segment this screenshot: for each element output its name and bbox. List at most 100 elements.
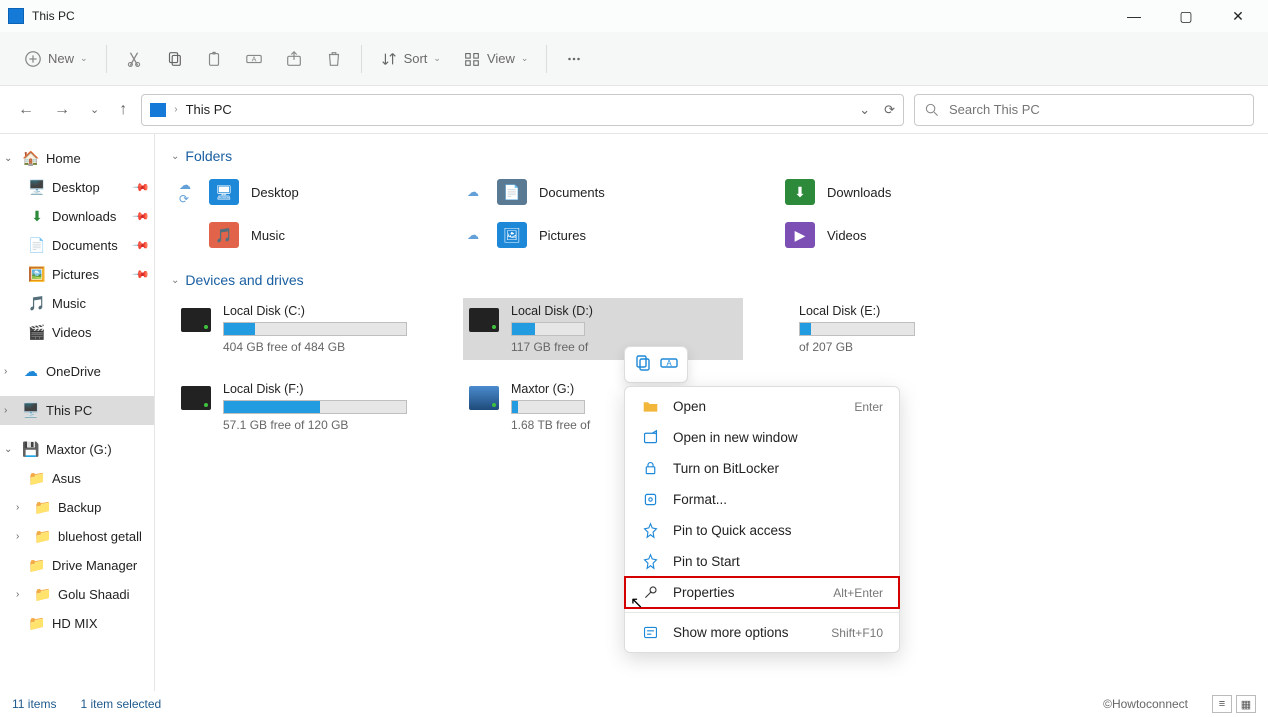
sidebar-label: bluehost getall	[58, 529, 142, 544]
ctx-pin-quick[interactable]: Pin to Quick access	[625, 515, 899, 546]
pin-icon	[641, 553, 659, 570]
separator	[546, 45, 547, 73]
folder-pictures[interactable]: ☁🖼Pictures	[463, 218, 743, 252]
ctx-pin-start[interactable]: Pin to Start	[625, 546, 899, 577]
more-button[interactable]	[555, 44, 593, 74]
folder-downloads[interactable]: ⬇ Downloads	[751, 174, 1031, 210]
sidebar-downloads[interactable]: ⬇Downloads📌	[0, 202, 154, 231]
view-details-button[interactable]: ≡	[1212, 695, 1232, 713]
ctx-open[interactable]: Open Enter	[625, 391, 899, 422]
context-menu: Open Enter Open in new window Turn on Bi…	[624, 386, 900, 653]
ctx-label: Turn on BitLocker	[673, 461, 779, 476]
cloud-icon: ☁	[467, 185, 481, 199]
rename-button[interactable]: A	[659, 353, 679, 376]
navigation-pane: ⌄🏠Home 🖥️Desktop📌 ⬇Downloads📌 📄Documents…	[0, 134, 155, 691]
sidebar-videos[interactable]: 🎬Videos	[0, 318, 154, 347]
format-icon	[641, 491, 659, 508]
forward-button[interactable]: →	[50, 97, 74, 123]
sidebar-pictures[interactable]: 🖼️Pictures📌	[0, 260, 154, 289]
cut-button[interactable]	[115, 44, 153, 74]
sidebar-label: Downloads	[52, 209, 116, 224]
back-button[interactable]: ←	[14, 97, 38, 123]
breadcrumb-item[interactable]: This PC	[186, 102, 232, 117]
drive-name: Local Disk (F:)	[223, 382, 449, 396]
copy-button[interactable]	[633, 353, 653, 376]
sidebar-maxtor[interactable]: ⌄💾Maxtor (G:)	[0, 435, 154, 464]
up-button[interactable]: ↑	[115, 97, 131, 123]
drive-e[interactable]: Local Disk (E:) of 207 GB	[751, 298, 1031, 360]
sidebar-desktop[interactable]: 🖥️Desktop📌	[0, 173, 154, 202]
maximize-button[interactable]: ▢	[1172, 8, 1200, 25]
rename-button[interactable]: A	[235, 44, 273, 74]
open-new-window-icon	[641, 429, 659, 446]
sidebar-folder-backup[interactable]: ›📁Backup	[0, 493, 154, 522]
paste-button[interactable]	[195, 44, 233, 74]
sidebar-label: Asus	[52, 471, 81, 486]
spacer	[757, 304, 787, 354]
view-grid-button[interactable]: ▦	[1236, 695, 1256, 713]
caret-down-icon: ⌄	[433, 53, 441, 64]
sidebar-label: OneDrive	[46, 364, 101, 379]
status-item-count: 11 items	[12, 697, 56, 711]
share-button[interactable]	[275, 44, 313, 74]
sidebar-folder-asus[interactable]: 📁Asus	[0, 464, 154, 493]
sidebar-home[interactable]: ⌄🏠Home	[0, 144, 154, 173]
address-bar[interactable]: › This PC ⌄ ⟳	[141, 94, 904, 126]
downloads-icon: ⬇	[785, 179, 815, 205]
folder-documents[interactable]: ☁📄Documents	[463, 174, 743, 210]
sidebar-thispc[interactable]: ›🖥️This PC	[0, 396, 154, 425]
search-input[interactable]	[949, 102, 1243, 117]
separator	[106, 45, 107, 73]
sidebar-documents[interactable]: 📄Documents📌	[0, 231, 154, 260]
sidebar-music[interactable]: 🎵Music	[0, 289, 154, 318]
section-folders[interactable]: ⌄Folders	[171, 148, 1252, 164]
ctx-label: Format...	[673, 492, 727, 507]
copy-button[interactable]	[155, 44, 193, 74]
thispc-mini-icon	[150, 103, 166, 117]
context-mini-toolbar: A	[624, 346, 688, 383]
sidebar-onedrive[interactable]: ›☁OneDrive	[0, 357, 154, 386]
folder-label: Pictures	[539, 228, 586, 243]
sidebar-folder-bluehost[interactable]: ›📁bluehost getall	[0, 522, 154, 551]
view-button[interactable]: View ⌄	[453, 44, 539, 74]
folder-music[interactable]: 🎵Music	[175, 218, 455, 252]
sidebar-folder-golu[interactable]: ›📁Golu Shaadi	[0, 580, 154, 609]
sort-button[interactable]: Sort ⌄	[370, 44, 451, 74]
caret-down-icon: ⌄	[521, 53, 529, 64]
drive-f[interactable]: Local Disk (F:) 57.1 GB free of 120 GB	[175, 376, 455, 438]
drive-c[interactable]: Local Disk (C:) 404 GB free of 484 GB	[175, 298, 455, 360]
close-button[interactable]: ✕	[1224, 8, 1252, 25]
folder-label: Downloads	[827, 185, 891, 200]
watermark: ©Howtoconnect	[1103, 697, 1188, 711]
view-label: View	[487, 51, 515, 66]
refresh-button[interactable]: ⟳	[884, 102, 895, 118]
ctx-open-new-window[interactable]: Open in new window	[625, 422, 899, 453]
cloud-icon: ☁	[467, 228, 481, 242]
folder-desktop[interactable]: ☁⟳🖥Desktop	[175, 174, 455, 210]
sidebar-label: Golu Shaadi	[58, 587, 130, 602]
ctx-properties[interactable]: Properties Alt+Enter	[625, 577, 899, 608]
pin-icon: 📌	[132, 236, 151, 255]
recent-dropdown[interactable]: ⌄	[86, 99, 103, 120]
sidebar-label: Backup	[58, 500, 101, 515]
drive-d[interactable]: Local Disk (D:) 117 GB free of	[463, 298, 743, 360]
delete-button[interactable]	[315, 44, 353, 74]
ctx-format[interactable]: Format...	[625, 484, 899, 515]
folder-videos[interactable]: ▶Videos	[751, 218, 1031, 252]
sidebar-label: HD MIX	[52, 616, 98, 631]
ctx-label: Show more options	[673, 625, 789, 640]
minimize-button[interactable]: —	[1120, 8, 1148, 25]
ctx-bitlocker[interactable]: Turn on BitLocker	[625, 453, 899, 484]
drive-free: 57.1 GB free of 120 GB	[223, 418, 449, 432]
sidebar-folder-hdmix[interactable]: 📁HD MIX	[0, 609, 154, 638]
sidebar-folder-drivemgr[interactable]: 📁Drive Manager	[0, 551, 154, 580]
folder-label: Documents	[539, 185, 605, 200]
thispc-icon	[8, 8, 24, 24]
dropdown-icon[interactable]: ⌄	[859, 102, 870, 118]
ctx-show-more[interactable]: Show more options Shift+F10	[625, 617, 899, 648]
section-drives[interactable]: ⌄Devices and drives	[171, 272, 1252, 288]
new-label: New	[48, 51, 74, 66]
search-box[interactable]	[914, 94, 1254, 126]
usage-bar	[511, 400, 585, 414]
new-button[interactable]: New ⌄	[14, 44, 98, 74]
